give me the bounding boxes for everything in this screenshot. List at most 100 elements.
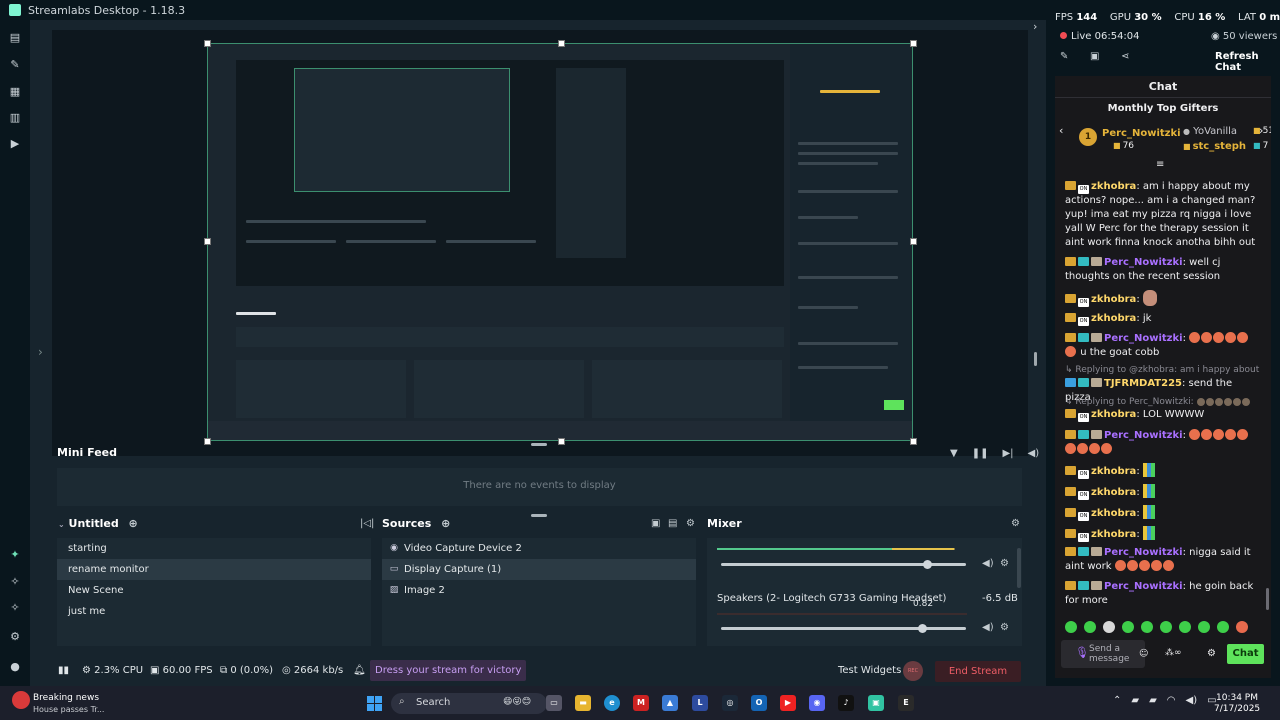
source-group-icon[interactable]: ▤ [668,518,677,529]
chevron-right-icon[interactable]: › [38,345,43,359]
preview-resize-grip[interactable] [531,443,547,446]
share-icon[interactable]: ⋖ [1121,51,1129,62]
app-icon[interactable]: ▲ [662,695,678,711]
source-filters-icon[interactable]: ▣ [651,518,660,529]
resize-handle[interactable] [204,438,211,445]
audio-settings-icon[interactable]: ⚙ [1000,622,1009,633]
editor-icon[interactable]: ▤ [9,32,21,44]
play-icon[interactable]: ▶ [9,138,21,150]
apps-icon[interactable]: ✧ [9,576,21,588]
stats-icon[interactable]: ▮▮ [58,665,69,676]
app-l-icon[interactable]: L [692,695,708,711]
emote-icon[interactable] [1141,621,1153,633]
chevron-down-icon[interactable]: ⌄ [58,520,65,529]
source-item[interactable]: ▨ Image 2 [382,580,696,601]
steam-icon[interactable]: ◎ [722,695,738,711]
gifter-name[interactable]: ● YoVanilla [1183,126,1237,137]
resize-handle[interactable] [558,40,565,47]
themes-icon[interactable]: ✎ [9,59,21,71]
refresh-chat-button[interactable]: Refresh Chat [1215,51,1280,73]
edge-icon[interactable]: e [604,695,620,711]
scene-collection-name[interactable]: Untitled [69,517,119,530]
news-title[interactable]: Breaking news [33,693,99,703]
emote-icon[interactable] [1179,621,1191,633]
taskbar-clock[interactable]: 10:34 PM 7/17/2025 [1214,693,1260,715]
tray-app-icon[interactable]: ▰ [1149,695,1157,706]
test-widgets-button[interactable]: Test Widgets [838,665,901,676]
emote-icon[interactable] [1160,621,1172,633]
dress-stream-button[interactable]: Dress your stream for victory [370,660,527,681]
mute-icon[interactable]: ◀) [982,558,994,569]
volume-icon[interactable]: ◀) [1028,448,1040,459]
chat-settings-icon[interactable]: ⚙ [1207,648,1216,659]
channel-points-icon[interactable]: ⁂∞ [1165,648,1182,658]
edit-icon[interactable]: ✎ [1060,51,1068,62]
studio-mode-icon[interactable]: ▥ [9,112,21,124]
taskbar-search[interactable]: ⌕ Search 😄😜😊 [391,693,547,714]
mixer-settings-icon[interactable]: ⚙ [1011,518,1020,529]
profile-icon[interactable]: ● [9,661,21,673]
youtube-icon[interactable]: ▶ [780,695,796,711]
store-icon[interactable]: ▦ [9,86,21,98]
integrations-icon[interactable]: ✧ [9,602,21,614]
mute-icon[interactable]: ◀) [982,622,994,633]
windows-start-icon[interactable] [367,696,382,711]
volume-slider[interactable] [721,627,966,630]
expand-icon[interactable]: ≡ [1156,159,1164,170]
emote-icon[interactable] [1236,621,1248,633]
volume-icon[interactable]: ◀) [1186,695,1198,706]
discord-icon[interactable]: ◉ [809,695,825,711]
scene-item[interactable]: starting [57,538,371,559]
smiley-icon[interactable]: ☺ [1139,649,1148,659]
record-button[interactable]: REC [903,661,923,681]
emote-icon[interactable] [1065,621,1077,633]
pause-icon[interactable]: ❚❚ [972,448,989,459]
volume-slider-knob[interactable] [923,560,932,569]
news-subtitle[interactable]: House passes Tr... [33,705,104,714]
chevron-right-icon[interactable]: › [1033,20,1037,33]
mixer-scrollbar[interactable] [1017,548,1021,588]
emote-icon[interactable] [1084,621,1096,633]
resize-handle[interactable] [910,438,917,445]
mcafee-icon[interactable]: M [633,695,649,711]
microphone-icon[interactable]: 🎙︎ [1075,646,1089,659]
audio-settings-icon[interactable]: ⚙ [1000,558,1009,569]
add-scene-icon[interactable]: ⊕ [129,517,138,530]
dock-resize-grip[interactable] [531,514,547,517]
outlook-icon[interactable]: O [751,695,767,711]
resize-handle[interactable] [558,438,565,445]
add-source-icon[interactable]: ⊕ [441,517,450,530]
tiktok-icon[interactable]: ♪ [838,695,854,711]
file-explorer-icon[interactable]: ▬ [575,695,591,711]
resize-handle[interactable] [204,40,211,47]
source-settings-icon[interactable]: ⚙ [686,518,695,529]
gifter-name[interactable]: ■ stc_steph [1183,141,1246,152]
source-item[interactable]: ▭ Display Capture (1) [382,559,696,580]
gifter-name[interactable]: Perc_Nowitzki [1102,128,1181,139]
end-stream-button[interactable]: End Stream [935,661,1021,682]
notification-icon[interactable]: 🔔︎ [353,665,366,676]
chat-input[interactable]: 🎙︎ Send a message ☺ [1061,640,1148,668]
scene-item[interactable]: New Scene [57,580,371,601]
chat-scrollbar[interactable] [1266,588,1269,610]
streamlabs-icon[interactable]: ▣ [868,695,884,711]
resize-handle[interactable] [204,238,211,245]
highlighter-icon[interactable]: ✦ [9,549,21,561]
resize-handle[interactable] [910,238,917,245]
emote-icon[interactable] [1217,621,1229,633]
volume-slider-knob[interactable] [917,624,927,633]
transitions-icon[interactable]: |◁| [360,518,374,529]
epic-games-icon[interactable]: E [898,695,914,711]
dashboard-icon[interactable]: ▣ [1090,51,1099,62]
chevron-up-icon[interactable]: ⌃ [1113,695,1121,706]
scene-item[interactable]: just me [57,601,371,622]
emote-icon[interactable] [1122,621,1134,633]
wifi-icon[interactable]: ◠ [1167,695,1176,706]
emote-icon[interactable] [1103,621,1115,633]
task-view-icon[interactable]: ▭ [546,695,562,711]
scene-item[interactable]: rename monitor [57,559,371,580]
panel-drag-grip[interactable] [1034,352,1037,366]
filter-icon[interactable]: ▼ [950,448,958,459]
resize-handle[interactable] [910,40,917,47]
skip-icon[interactable]: ▶| [1002,448,1013,459]
